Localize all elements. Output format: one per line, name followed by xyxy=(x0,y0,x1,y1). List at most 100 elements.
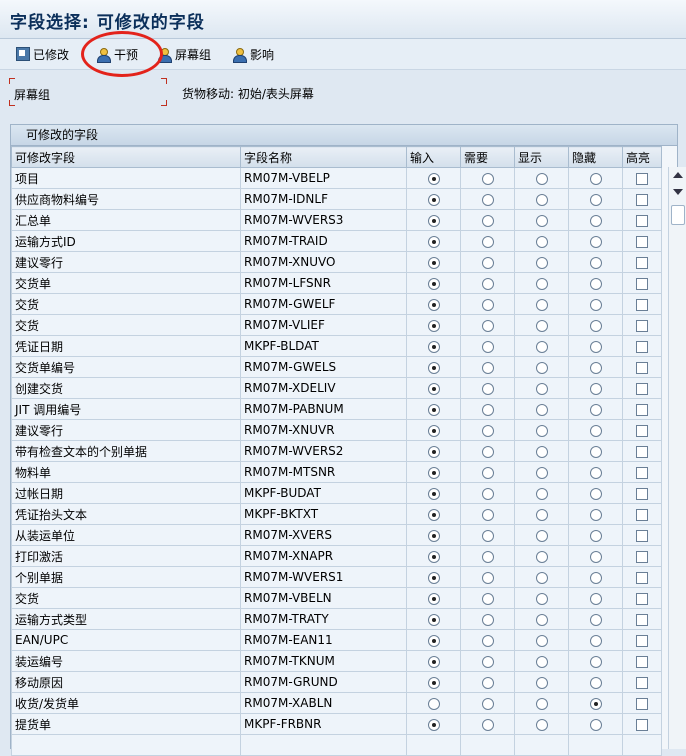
table-row[interactable]: 提货单 MKPF-FRBNR xyxy=(11,713,662,735)
radio-button[interactable] xyxy=(481,445,494,458)
radio-button[interactable] xyxy=(427,361,440,374)
highlight-checkbox[interactable] xyxy=(636,487,648,500)
radio-button[interactable] xyxy=(535,508,548,521)
radio-button[interactable] xyxy=(481,340,494,353)
radio-button[interactable] xyxy=(535,403,548,416)
radio-button[interactable] xyxy=(481,214,494,227)
radio-button[interactable] xyxy=(589,592,602,605)
radio-button[interactable] xyxy=(481,466,494,479)
radio-button[interactable] xyxy=(535,214,548,227)
radio-button[interactable] xyxy=(427,172,440,185)
modified-button[interactable]: 已修改 xyxy=(16,43,69,65)
col-header-desc[interactable]: 可修改字段 xyxy=(11,146,241,168)
radio-button[interactable] xyxy=(589,697,602,710)
radio-button[interactable] xyxy=(427,340,440,353)
scroll-down-icon[interactable] xyxy=(673,189,683,195)
radio-button[interactable] xyxy=(481,529,494,542)
radio-button[interactable] xyxy=(481,382,494,395)
radio-button[interactable] xyxy=(589,235,602,248)
radio-button[interactable] xyxy=(535,445,548,458)
radio-button[interactable] xyxy=(481,172,494,185)
radio-button[interactable] xyxy=(589,676,602,689)
radio-button[interactable] xyxy=(481,550,494,563)
radio-button[interactable] xyxy=(535,613,548,626)
highlight-checkbox[interactable] xyxy=(636,256,648,269)
radio-button[interactable] xyxy=(589,172,602,185)
radio-button[interactable] xyxy=(589,529,602,542)
col-header-field[interactable]: 字段名称 xyxy=(240,146,407,168)
table-row[interactable]: 创建交货 RM07M-XDELIV xyxy=(11,377,662,399)
radio-button[interactable] xyxy=(535,655,548,668)
radio-button[interactable] xyxy=(481,655,494,668)
radio-button[interactable] xyxy=(481,424,494,437)
table-row[interactable]: 供应商物料编号 RM07M-IDNLF xyxy=(11,188,662,210)
radio-button[interactable] xyxy=(427,235,440,248)
radio-button[interactable] xyxy=(481,676,494,689)
radio-button[interactable] xyxy=(589,193,602,206)
radio-button[interactable] xyxy=(427,634,440,647)
radio-button[interactable] xyxy=(589,424,602,437)
table-row[interactable]: 收货/发货单 RM07M-XABLN xyxy=(11,692,662,714)
radio-button[interactable] xyxy=(589,487,602,500)
highlight-checkbox[interactable] xyxy=(636,214,648,227)
radio-button[interactable] xyxy=(427,676,440,689)
table-row[interactable]: 从装运单位 RM07M-XVERS xyxy=(11,524,662,546)
highlight-checkbox[interactable] xyxy=(636,697,648,710)
radio-button[interactable] xyxy=(589,340,602,353)
table-row[interactable]: 凭证日期 MKPF-BLDAT xyxy=(11,335,662,357)
radio-button[interactable] xyxy=(535,634,548,647)
radio-button[interactable] xyxy=(481,613,494,626)
radio-button[interactable] xyxy=(481,508,494,521)
radio-button[interactable] xyxy=(427,613,440,626)
radio-button[interactable] xyxy=(427,571,440,584)
radio-button[interactable] xyxy=(427,529,440,542)
radio-button[interactable] xyxy=(427,256,440,269)
radio-button[interactable] xyxy=(481,319,494,332)
radio-button[interactable] xyxy=(427,298,440,311)
radio-button[interactable] xyxy=(535,550,548,563)
radio-button[interactable] xyxy=(589,382,602,395)
table-row[interactable]: 建议零行 RM07M-XNUVO xyxy=(11,251,662,273)
radio-button[interactable] xyxy=(427,718,440,731)
highlight-checkbox[interactable] xyxy=(636,634,648,647)
radio-button[interactable] xyxy=(535,571,548,584)
radio-button[interactable] xyxy=(589,571,602,584)
radio-button[interactable] xyxy=(589,508,602,521)
radio-button[interactable] xyxy=(535,319,548,332)
radio-button[interactable] xyxy=(589,613,602,626)
radio-button[interactable] xyxy=(535,592,548,605)
highlight-checkbox[interactable] xyxy=(636,424,648,437)
table-row[interactable] xyxy=(11,734,662,756)
table-row[interactable]: 交货单编号 RM07M-GWELS xyxy=(11,356,662,378)
highlight-checkbox[interactable] xyxy=(636,445,648,458)
highlight-checkbox[interactable] xyxy=(636,193,648,206)
vertical-scrollbar[interactable] xyxy=(668,167,686,749)
radio-button[interactable] xyxy=(481,697,494,710)
col-header-display[interactable]: 显示 xyxy=(514,146,569,168)
radio-button[interactable] xyxy=(427,466,440,479)
radio-button[interactable] xyxy=(427,592,440,605)
radio-button[interactable] xyxy=(535,487,548,500)
radio-button[interactable] xyxy=(427,403,440,416)
highlight-checkbox[interactable] xyxy=(636,172,648,185)
table-row[interactable]: 建议零行 RM07M-XNUVR xyxy=(11,419,662,441)
screen-group-button[interactable]: 屏幕组 xyxy=(157,43,211,65)
table-row[interactable]: 交货 RM07M-VBELN xyxy=(11,587,662,609)
radio-button[interactable] xyxy=(481,634,494,647)
col-header-hide[interactable]: 隐藏 xyxy=(568,146,623,168)
highlight-checkbox[interactable] xyxy=(636,508,648,521)
radio-button[interactable] xyxy=(535,676,548,689)
radio-button[interactable] xyxy=(535,424,548,437)
radio-button[interactable] xyxy=(535,235,548,248)
table-row[interactable]: 汇总单 RM07M-WVERS3 xyxy=(11,209,662,231)
radio-button[interactable] xyxy=(589,634,602,647)
highlight-checkbox[interactable] xyxy=(636,319,648,332)
table-row[interactable]: 交货单 RM07M-LFSNR xyxy=(11,272,662,294)
highlight-checkbox[interactable] xyxy=(636,340,648,353)
highlight-checkbox[interactable] xyxy=(636,403,648,416)
radio-button[interactable] xyxy=(589,277,602,290)
table-row[interactable]: 运输方式ID RM07M-TRAID xyxy=(11,230,662,252)
highlight-checkbox[interactable] xyxy=(636,550,648,563)
radio-button[interactable] xyxy=(427,382,440,395)
table-row[interactable]: 个别单据 RM07M-WVERS1 xyxy=(11,566,662,588)
